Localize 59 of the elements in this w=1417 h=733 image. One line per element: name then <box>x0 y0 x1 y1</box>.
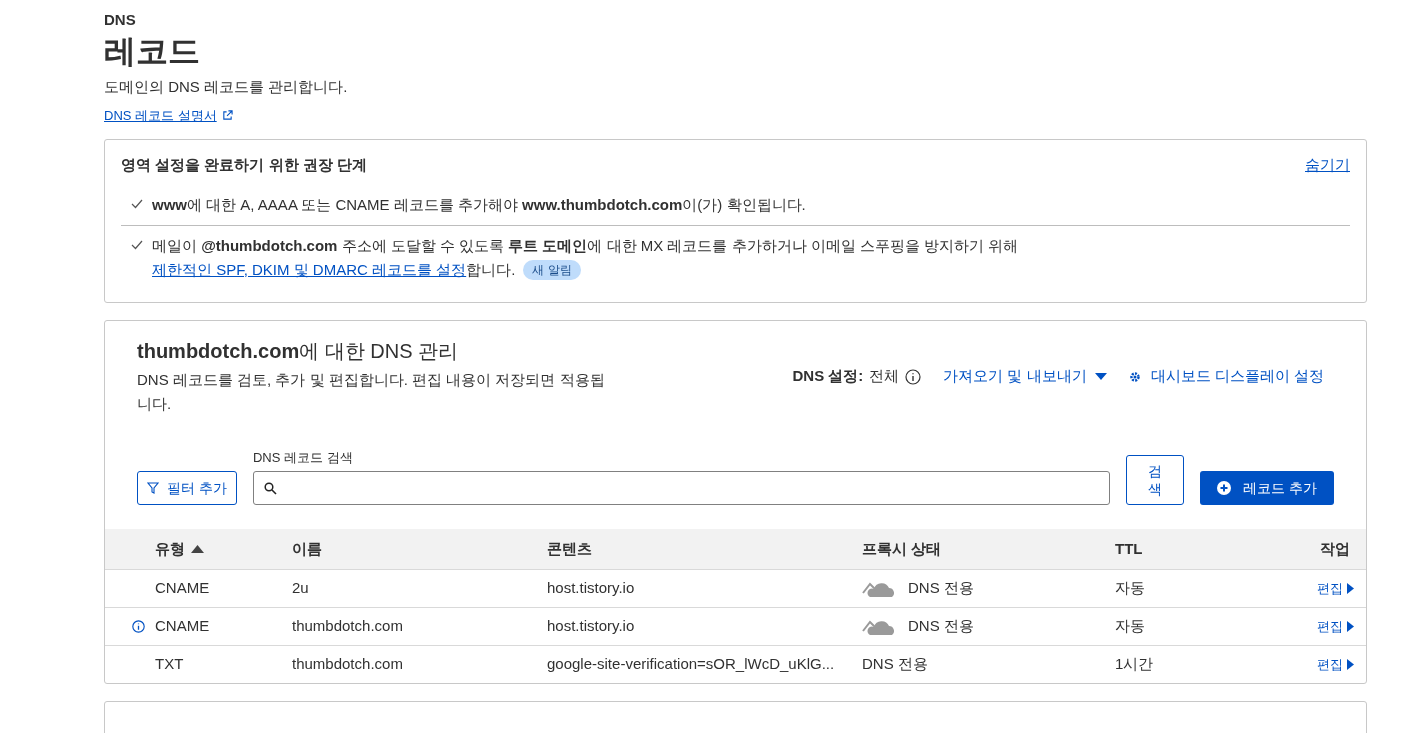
step-text: 합니다. <box>466 259 516 280</box>
proxy-status: DNS 전용 <box>908 616 974 637</box>
dns-setting-value: 전체 <box>869 366 900 387</box>
record-ttl: 1시간 <box>1115 654 1155 675</box>
info-icon <box>905 368 922 385</box>
search-button[interactable]: 검색 <box>1126 455 1185 505</box>
caret-right-icon <box>1347 621 1354 632</box>
search-icon <box>263 481 277 495</box>
add-filter-button[interactable]: 필터 추가 <box>137 471 237 505</box>
check-icon <box>131 198 143 209</box>
spf-dkim-dmarc-link[interactable]: 제한적인 SPF, DKIM 및 DMARC 레코드를 설정 <box>152 257 467 282</box>
record-content: host.tistory.io <box>547 578 636 599</box>
add-record-button[interactable]: 레코드 추가 <box>1200 471 1334 505</box>
record-content: host.tistory.io <box>547 616 636 637</box>
external-link-icon <box>221 110 233 122</box>
plus-circle-icon <box>1217 481 1232 495</box>
page-description: 도메인의 DNS 레코드를 관리합니다. <box>104 76 349 97</box>
docs-link[interactable]: DNS 레코드 설명서 <box>104 106 233 126</box>
record-name: 2u <box>292 578 310 599</box>
panel-title: thumbdotch.com에 대한 DNS 관리 <box>137 338 460 364</box>
import-export-button[interactable]: 가져오기 및 내보내기 <box>943 365 1107 388</box>
card-title: 영역 설정을 완료하기 위한 권장 단계 <box>121 155 367 175</box>
check-icon <box>131 239 143 250</box>
column-header[interactable]: 이름 <box>292 537 547 561</box>
edit-button[interactable]: 편집 <box>1317 578 1354 599</box>
record-type: TXT <box>155 654 185 675</box>
breadcrumb: DNS <box>104 10 137 30</box>
record-name: thumbdotch.com <box>292 616 404 637</box>
step-text: www에 대한 A, AAAA 또는 CNAME 레코드를 추가해야 www.thumbdotch.com이(가) 확인됩니다. <box>152 194 806 215</box>
info-icon[interactable] <box>132 620 145 633</box>
search-label: DNS 레코드 검색 <box>252 448 354 467</box>
column-header[interactable]: TTL <box>1115 537 1246 561</box>
caret-icon <box>1094 372 1107 381</box>
page-title: 레코드 <box>104 31 201 71</box>
record-type: CNAME <box>155 578 211 599</box>
dns-setting-label: DNS 설정: <box>792 366 864 387</box>
gear-icon <box>1128 370 1141 383</box>
new-badge: 새 알림 <box>523 259 581 280</box>
column-header[interactable]: 프록시 상태 <box>862 537 1115 561</box>
record-ttl: 자동 <box>1115 578 1146 599</box>
step-text: 메일이 @thumbdotch.com 주소에 도달할 수 있도록 루트 도메인에 대한 MX 레코드를 추가하거나 이메일 스푸핑을 방지하기 위해 <box>152 235 1019 256</box>
column-header[interactable]: 유형 <box>155 537 292 561</box>
caret-right-icon <box>1347 583 1354 594</box>
proxy-status: DNS 전용 <box>862 654 928 675</box>
record-name: thumbdotch.com <box>292 654 404 675</box>
record-ttl: 자동 <box>1115 616 1146 637</box>
record-type: CNAME <box>155 616 211 637</box>
dashboard-settings-button[interactable]: 대시보드 디스플레이 설정 <box>1128 365 1324 388</box>
search-field[interactable] <box>252 471 1111 505</box>
column-header[interactable]: 작업 <box>1246 537 1366 561</box>
filter-icon <box>147 482 159 494</box>
hide-link[interactable]: 숨기기 <box>1305 154 1350 177</box>
column-header[interactable]: 콘텐츠 <box>547 537 862 561</box>
panel-description: DNS 레코드를 검토, 추가 및 편집합니다. 편집 내용이 저장되면 적용됩니다. <box>137 369 606 414</box>
proxy-status: DNS 전용 <box>908 578 974 599</box>
record-content: google-site-verification=sOR_lWcD_uKlG... <box>547 654 836 675</box>
edit-button[interactable]: 편집 <box>1317 616 1354 637</box>
caret-right-icon <box>1347 659 1354 670</box>
edit-button[interactable]: 편집 <box>1317 654 1354 675</box>
